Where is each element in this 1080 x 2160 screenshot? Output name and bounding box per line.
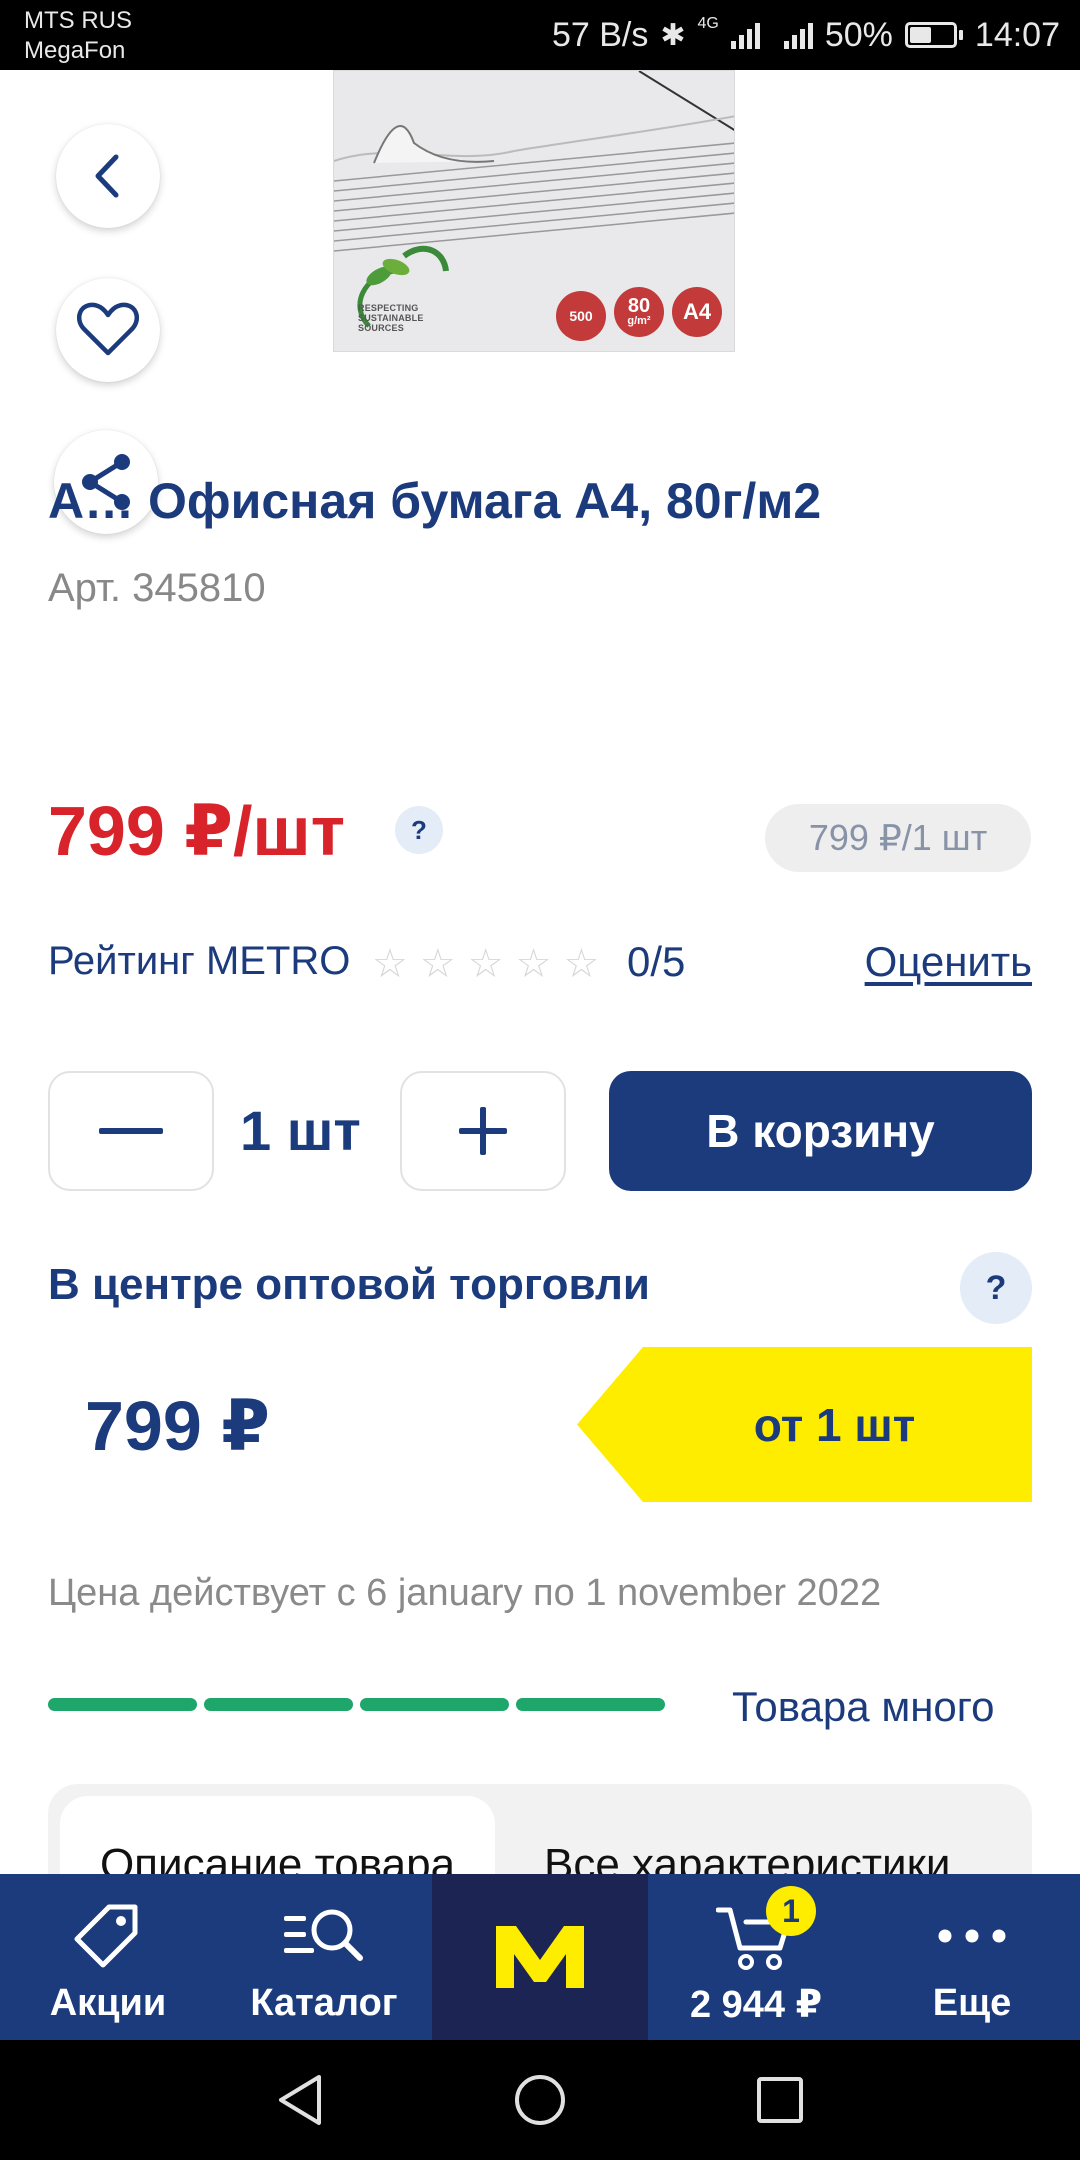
sheet-count-badge: 500 <box>556 291 606 341</box>
status-icons: 57 B/s ✱ 4G 50% 14:07 <box>552 0 1060 70</box>
paper-format-badge: A4 <box>672 287 722 337</box>
dots-icon <box>938 1929 1006 1943</box>
nav-more-label: Еще <box>932 1982 1012 2024</box>
wholesale-help-button[interactable]: ? <box>960 1252 1032 1324</box>
status-bar: MTS RUS MegaFon 57 B/s ✱ 4G 50% 14:07 <box>0 0 1080 70</box>
rating-star-icon[interactable]: ☆ <box>516 942 552 986</box>
add-to-cart-button[interactable]: В корзину <box>609 1071 1032 1191</box>
nav-promo-label: Акции <box>49 1982 167 2024</box>
price-help-button[interactable]: ? <box>395 806 443 854</box>
android-back-button[interactable] <box>265 2065 335 2135</box>
search-list-icon <box>284 1909 363 1961</box>
circle-home-icon <box>515 2075 565 2125</box>
android-navigation-bar <box>0 2040 1080 2160</box>
rating-label: Рейтинг METRO <box>48 939 351 983</box>
stock-level-segment <box>516 1698 665 1711</box>
tag-icon <box>74 1904 138 1968</box>
price-main: 799 ₽/шт <box>48 792 346 870</box>
net-speed: 57 B/s <box>551 15 649 54</box>
nav-home-logo[interactable] <box>432 1874 648 2040</box>
wholesale-price: 799 ₽ <box>85 1387 270 1465</box>
network-type: 4G <box>697 15 719 32</box>
nav-cart[interactable]: 1 2 944 ₽ <box>648 1874 864 2040</box>
rating-star-icon[interactable]: ☆ <box>468 942 504 986</box>
stock-level-segment <box>204 1698 353 1711</box>
increase-quantity-button[interactable] <box>400 1071 566 1191</box>
paper-weight-badge: 80 g/m² <box>614 287 664 337</box>
price-tier-tag: от 1 шт <box>577 1347 1032 1502</box>
back-button[interactable] <box>56 124 160 228</box>
unit-price-pill: 799 ₽/1 шт <box>765 804 1031 872</box>
clock: 14:07 <box>974 15 1060 54</box>
article-number: Арт. 345810 <box>48 566 266 610</box>
bottom-navigation: Акции Каталог 1 2 944 ₽ Еще <box>0 1874 1080 2040</box>
carrier-2: MegaFon <box>24 37 126 64</box>
signal-icon <box>730 21 760 49</box>
sustainable-label: RESPECTING SUSTAINABLE SOURCES <box>358 303 424 333</box>
nav-cart-total: 2 944 ₽ <box>689 1984 823 2026</box>
minus-icon <box>99 1128 163 1134</box>
android-recents-button[interactable] <box>745 2065 815 2135</box>
signal-2-icon <box>783 21 813 49</box>
product-image[interactable]: RESPECTING SUSTAINABLE SOURCES 500 80 g/… <box>333 70 735 352</box>
stock-level-segment <box>48 1698 197 1711</box>
product-title: A… Офисная бумага A4, 80г/м2 <box>48 473 822 529</box>
nav-catalog-label: Каталог <box>250 1982 398 2024</box>
product-page: MTS RUS MegaFon 57 B/s ✱ 4G 50% 14:07 RE… <box>0 0 1080 2160</box>
nav-promo[interactable]: Акции <box>0 1874 216 2040</box>
decrease-quantity-button[interactable] <box>48 1071 214 1191</box>
rate-link[interactable]: Оценить <box>865 938 1032 986</box>
triangle-back-icon <box>279 2075 321 2125</box>
carrier-info: MTS RUS MegaFon <box>24 6 132 66</box>
stock-status: Товара много <box>732 1683 995 1730</box>
square-recents-icon <box>757 2077 803 2123</box>
rating-value: 0/5 <box>627 938 686 985</box>
chevron-left-icon <box>95 154 119 198</box>
stock-level-segment <box>360 1698 509 1711</box>
plus-icon <box>459 1107 507 1155</box>
price-validity: Цена действует с 6 january по 1 november… <box>48 1572 882 1614</box>
rating-stars: ☆ ☆ ☆ ☆ ☆ <box>372 942 599 986</box>
battery-percent: 50% <box>824 15 893 54</box>
heart-icon <box>76 302 140 356</box>
favorite-button[interactable] <box>56 278 160 382</box>
bluetooth-icon: ✱ <box>660 18 686 52</box>
cart-count-badge: 1 <box>766 1886 816 1936</box>
metro-logo <box>496 1926 584 1988</box>
wholesale-title: В центре оптовой торговли <box>48 1260 650 1309</box>
android-home-button[interactable] <box>505 2065 575 2135</box>
carrier-1: MTS RUS <box>24 7 132 34</box>
nav-catalog[interactable]: Каталог <box>216 1874 432 2040</box>
rating-star-icon[interactable]: ☆ <box>563 942 599 986</box>
rating-star-icon[interactable]: ☆ <box>420 942 456 986</box>
nav-more[interactable]: Еще <box>864 1874 1080 2040</box>
rating-star-icon[interactable]: ☆ <box>372 942 408 986</box>
stock-level-bar <box>48 1698 665 1711</box>
quantity-value: 1 шт <box>240 1099 361 1162</box>
battery-icon <box>904 22 963 48</box>
